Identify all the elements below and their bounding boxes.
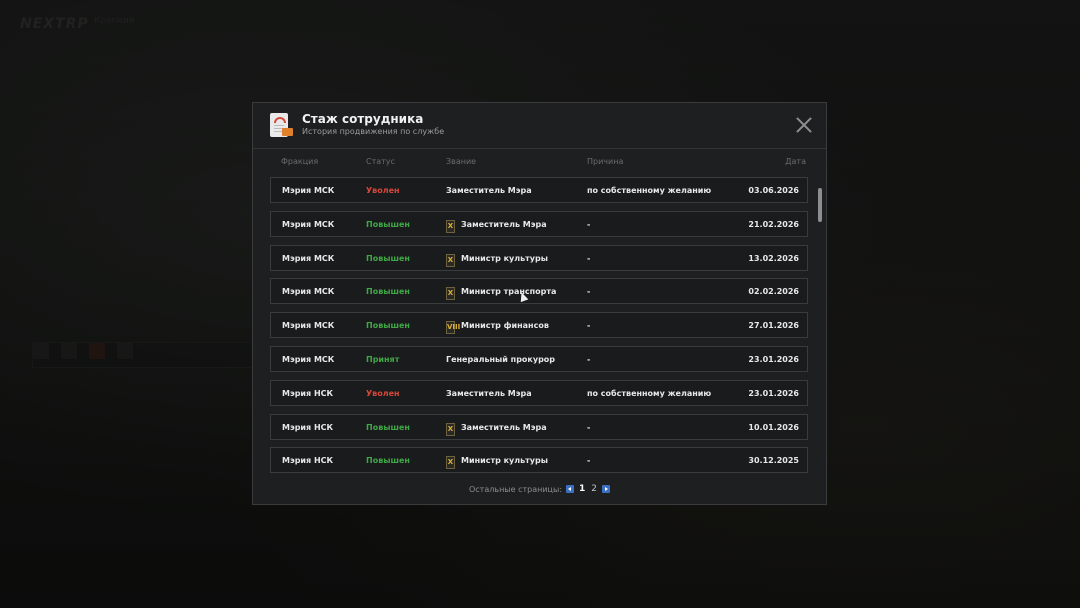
- row-status: Уволен: [366, 388, 400, 398]
- history-row[interactable]: Мэрия МСК Уволен Заместитель Мэра по собств…: [270, 177, 808, 203]
- row-rank: Заместитель Мэра: [446, 388, 532, 398]
- row-reason: -: [587, 287, 591, 297]
- history-list[interactable]: Мэрия МСК Уволен Заместитель Мэра по собств…: [270, 177, 810, 477]
- row-faction: Мэрия НСК: [282, 388, 334, 398]
- pagination-label: Остальные страницы:: [468, 484, 563, 494]
- history-row[interactable]: Мэрия МСК Повышен X Министр транспорта - 02.0…: [270, 278, 808, 305]
- row-rank: Министр финансов: [461, 321, 549, 331]
- row-reason: -: [587, 355, 591, 364]
- row-faction: Мэрия МСК: [282, 321, 335, 331]
- column-reason: Причина: [587, 157, 624, 166]
- row-rank: Заместитель Мэра: [461, 219, 547, 229]
- row-faction: Мэрия МСК: [282, 355, 335, 364]
- row-reason: по собственному желанию: [587, 388, 712, 398]
- table-header: Фракция Статус Звание Причина Дата: [270, 157, 810, 169]
- row-date: 27.01.2026: [748, 321, 799, 331]
- column-rank: Звание: [446, 157, 477, 166]
- row-faction: Мэрия МСК: [282, 186, 335, 195]
- row-faction: Мэрия МСК: [282, 219, 335, 229]
- rank-insignia-icon: VIII: [446, 321, 460, 335]
- row-status: Уволен: [366, 186, 400, 195]
- row-rank: Заместитель Мэра: [446, 186, 532, 195]
- row-status: Повышен: [366, 219, 410, 229]
- history-row[interactable]: Мэрия НСК Повышен X Министр культуры - 30.12.…: [270, 447, 808, 474]
- row-status: Повышен: [366, 321, 410, 331]
- row-date: 10.01.2026: [748, 422, 799, 432]
- row-reason: -: [587, 456, 591, 466]
- row-reason: -: [587, 321, 591, 331]
- row-date: 13.02.2026: [748, 253, 799, 263]
- employee-experience-modal: Стаж сотрудника История продвижения по с…: [252, 102, 827, 505]
- row-status: Повышен: [366, 422, 410, 432]
- modal-subtitle: История продвижения по службе: [302, 127, 445, 136]
- row-status: Повышен: [366, 456, 410, 466]
- row-faction: Мэрия МСК: [282, 287, 335, 297]
- row-reason: -: [587, 219, 591, 229]
- row-rank: Министр транспорта: [461, 287, 557, 297]
- page-next-icon[interactable]: [602, 485, 611, 493]
- scrollbar[interactable]: [818, 188, 822, 222]
- page-prev-icon[interactable]: [566, 485, 575, 493]
- history-row[interactable]: Мэрия НСК Уволен Заместитель Мэра по собств…: [270, 379, 808, 406]
- row-faction: Мэрия НСК: [282, 422, 334, 432]
- history-row[interactable]: Мэрия МСК Повышен VIII Министр финансов - 27.…: [270, 312, 808, 339]
- row-status: Принят: [366, 355, 400, 364]
- row-reason: по собственному желанию: [587, 186, 712, 195]
- row-date: 23.01.2026: [748, 388, 799, 398]
- row-status: Повышен: [366, 253, 410, 263]
- row-faction: Мэрия НСК: [282, 456, 334, 466]
- row-date: 23.01.2026: [748, 355, 799, 364]
- rank-insignia-icon: X: [446, 456, 455, 470]
- row-date: 21.02.2026: [748, 219, 799, 229]
- rank-insignia-icon: X: [446, 253, 455, 267]
- history-row[interactable]: Мэрия МСК Принят Генеральный прокурор - 23.0…: [270, 346, 808, 372]
- row-reason: -: [587, 422, 591, 432]
- column-faction: Фракция: [281, 157, 319, 166]
- row-reason: -: [587, 253, 591, 263]
- column-date: Дата: [785, 157, 806, 166]
- pagination: Остальные страницы: 12: [253, 484, 826, 498]
- row-rank: Заместитель Мэра: [461, 422, 547, 432]
- page-number-2[interactable]: 2: [590, 484, 598, 494]
- page-number-1[interactable]: 1: [578, 484, 586, 494]
- row-rank: Генеральный прокурор: [446, 355, 556, 364]
- close-icon[interactable]: [796, 117, 812, 133]
- rank-insignia-icon: X: [446, 422, 455, 436]
- column-status: Статус: [366, 157, 395, 166]
- history-row[interactable]: Мэрия НСК Повышен X Заместитель Мэра - 10.01.…: [270, 413, 808, 440]
- row-date: 03.06.2026: [748, 186, 799, 195]
- row-rank: Министр культуры: [461, 456, 548, 466]
- history-row[interactable]: Мэрия МСК Повышен X Заместитель Мэра - 21.02.…: [270, 210, 808, 237]
- row-rank: Министр культуры: [461, 253, 548, 263]
- row-status: Повышен: [366, 287, 410, 297]
- history-row[interactable]: Мэрия МСК Повышен X Министр культуры - 13.02.…: [270, 244, 808, 271]
- modal-title: Стаж сотрудника: [302, 112, 424, 126]
- rank-insignia-icon: X: [446, 287, 455, 301]
- document-badge-icon: [282, 128, 293, 136]
- row-faction: Мэрия МСК: [282, 253, 335, 263]
- row-date: 30.12.2025: [748, 456, 799, 466]
- rank-insignia-icon: X: [446, 219, 455, 233]
- modal-header: Стаж сотрудника История продвижения по с…: [253, 103, 826, 149]
- row-date: 02.02.2026: [748, 287, 799, 297]
